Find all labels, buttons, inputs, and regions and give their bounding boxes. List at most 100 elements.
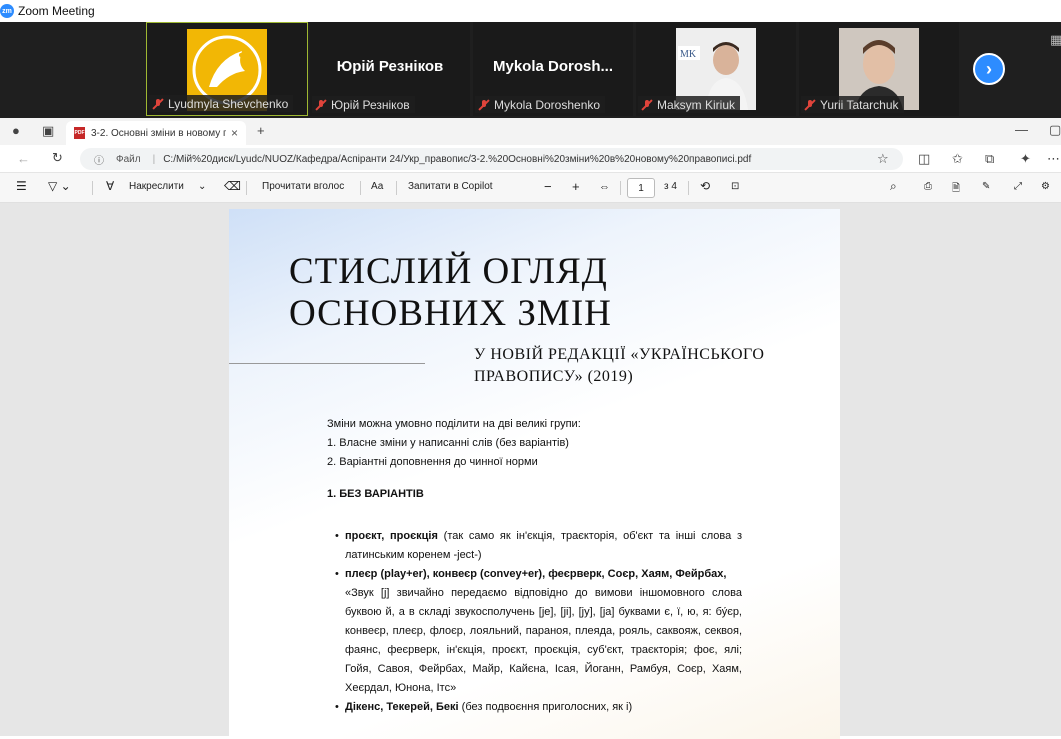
back-icon[interactable]: ← bbox=[17, 151, 30, 166]
save-as-icon[interactable]: ✎ bbox=[982, 181, 990, 192]
participant-name: Lyudmyla Shevchenko bbox=[168, 96, 289, 111]
fit-width-icon[interactable]: ⇔ bbox=[599, 181, 610, 193]
draw-button[interactable]: Накреслити bbox=[129, 181, 184, 192]
mic-muted-icon bbox=[804, 99, 816, 111]
tab-pdf[interactable]: PDF 3-2. Основні зміни в новому пр × bbox=[66, 121, 246, 145]
window-title: Zoom Meeting bbox=[18, 4, 95, 18]
pdf-page: СТИСЛИЙ ОГЛЯД ОСНОВНИХ ЗМІН У НОВІЙ РЕДА… bbox=[229, 209, 840, 739]
zoom-logo-icon: zm bbox=[0, 4, 14, 18]
mic-muted-icon bbox=[641, 99, 653, 111]
minimize-icon[interactable]: — bbox=[1015, 122, 1028, 137]
participant-display-name: Юрій Резніков bbox=[336, 58, 444, 75]
browser-tab-bar: ● ▣ PDF 3-2. Основні зміни в новому пр ×… bbox=[0, 118, 1061, 145]
new-tab-button[interactable]: + bbox=[257, 123, 265, 138]
svg-text:MK: MK bbox=[680, 49, 697, 60]
tab-title: 3-2. Основні зміни в новому пр bbox=[91, 127, 226, 139]
read-aloud-button[interactable]: Прочитати вголос bbox=[262, 181, 344, 192]
grid-view-icon[interactable]: ▦ bbox=[1050, 32, 1061, 48]
mic-muted-icon bbox=[478, 99, 490, 111]
split-screen-icon[interactable]: ◫ bbox=[918, 151, 930, 167]
participant-tile[interactable]: MK Maksym Kiriuk bbox=[636, 22, 796, 116]
page-number-input[interactable]: 1 bbox=[627, 178, 655, 198]
intro-line: 2. Варіантні доповнення до чинної норми bbox=[327, 456, 538, 468]
highlight-icon[interactable]: ▽ ⌄ bbox=[48, 179, 71, 193]
participant-name-tag: Mykola Doroshenko bbox=[475, 96, 606, 113]
next-participants-button[interactable]: › bbox=[973, 53, 1005, 85]
page-total: з 4 bbox=[664, 181, 677, 192]
term: проєкт, проєкція bbox=[345, 530, 438, 542]
tab-actions-icon[interactable]: ▣ bbox=[42, 123, 54, 139]
title-line: ОСНОВНИХ ЗМІН bbox=[289, 293, 612, 334]
profile-icon[interactable]: ● bbox=[12, 123, 20, 138]
document-subtitle: У НОВІЙ РЕДАКЦІЇ «УКРАЇНСЬКОГО ПРАВОПИСУ… bbox=[474, 344, 764, 388]
participant-name-tag: Lyudmyla Shevchenko bbox=[149, 95, 294, 112]
maximize-icon[interactable]: ▢ bbox=[1049, 122, 1061, 138]
term: Дікенс, Текерей, Бекі bbox=[345, 701, 459, 713]
intro-line: Зміни можна умовно поділити на дві велик… bbox=[327, 418, 581, 430]
fullscreen-icon[interactable]: ⤢ bbox=[1014, 181, 1022, 192]
ask-copilot-button[interactable]: Запитати в Copilot bbox=[408, 181, 493, 192]
tab-close-button[interactable]: × bbox=[231, 126, 238, 140]
settings-gear-icon[interactable]: ⚙ bbox=[1041, 181, 1050, 192]
participant-tile[interactable]: Юрій Резніков Юрій Резніков bbox=[310, 22, 470, 116]
list-item: плеєр (play+er), конвеєр (convey+er), фе… bbox=[335, 565, 742, 584]
search-icon[interactable]: ⌕ bbox=[890, 179, 897, 194]
collections-icon[interactable]: ⧉ bbox=[985, 151, 994, 167]
pdf-viewer: СТИСЛИЙ ОГЛЯД ОСНОВНИХ ЗМІН У НОВІЙ РЕДА… bbox=[0, 203, 1061, 739]
print-icon[interactable]: ⎙ bbox=[924, 181, 932, 192]
term: плеєр (play+er), конвеєр (convey+er), фе… bbox=[345, 568, 727, 580]
refresh-icon[interactable]: ↻ bbox=[52, 150, 63, 166]
url-separator: | bbox=[152, 153, 156, 165]
intro-line: 1. Власне зміни у написанні слів (без ва… bbox=[327, 437, 569, 449]
eraser-icon[interactable]: ⌫ bbox=[224, 179, 241, 193]
participant-name: Yurii Tatarchuk bbox=[820, 97, 899, 112]
participant-name-tag: Maksym Kiriuk bbox=[638, 96, 741, 113]
address-bar-row: ← ↻ ⓘ Файл | C:/Мій%20диск/Lyudc/NUOZ/Ка… bbox=[0, 145, 1061, 173]
rotate-icon[interactable]: ⟲ bbox=[700, 179, 710, 193]
favorite-star-icon[interactable]: ☆ bbox=[877, 151, 889, 167]
url-field[interactable]: ⓘ Файл | C:/Мій%20диск/Lyudc/NUOZ/Кафедр… bbox=[80, 148, 903, 170]
mic-muted-icon bbox=[315, 99, 327, 111]
text-size-button[interactable]: Аа bbox=[371, 181, 383, 192]
subtitle-line: ПРАВОПИСУ» (2019) bbox=[474, 368, 634, 385]
participant-name-tag: Юрій Резніков bbox=[312, 96, 415, 113]
page-view-icon[interactable]: ⊡ bbox=[731, 181, 739, 192]
mic-muted-icon bbox=[152, 98, 164, 110]
chevron-down-icon[interactable]: ⌄ bbox=[198, 181, 206, 192]
intro-paragraph: Зміни можна умовно поділити на дві велик… bbox=[327, 415, 742, 472]
more-icon[interactable]: ⋯ bbox=[1047, 151, 1060, 167]
list-item: проєкт, проєкція (так само як ін'єкція, … bbox=[335, 527, 742, 565]
term-note: (без подвоєння приголосних, як і) bbox=[458, 701, 633, 713]
url-text: C:/Мій%20диск/Lyudc/NUOZ/Кафедра/Аспіран… bbox=[163, 153, 752, 165]
pdf-toolbar: ☰ ▽ ⌄ ∀ Накреслити ⌄ ⌫ Прочитати вголос … bbox=[0, 173, 1061, 203]
participant-strip: Lyudmyla Shevchenko Юрій Резніков Юрій Р… bbox=[0, 22, 1061, 118]
participant-name: Mykola Doroshenko bbox=[494, 97, 601, 112]
participant-display-name: Mykola Dorosh... bbox=[492, 58, 614, 75]
participant-tile[interactable]: Lyudmyla Shevchenko bbox=[146, 22, 308, 116]
chevron-right-icon: › bbox=[986, 58, 992, 79]
save-icon[interactable]: 🗎 bbox=[952, 181, 960, 198]
pdf-icon: PDF bbox=[74, 127, 85, 139]
participant-tile[interactable]: Yurii Tatarchuk bbox=[799, 22, 959, 116]
title-line: СТИСЛИЙ ОГЛЯД bbox=[289, 251, 608, 292]
participant-name-tag: Yurii Tatarchuk bbox=[801, 96, 904, 113]
list-item: Дікенс, Текерей, Бекі (без подвоєння при… bbox=[335, 698, 742, 717]
participant-name: Юрій Резніков bbox=[331, 97, 410, 112]
url-scheme-label: Файл bbox=[116, 153, 141, 165]
extension-icon[interactable]: ✦ bbox=[1020, 151, 1031, 167]
divider bbox=[229, 363, 425, 364]
zoom-out-button[interactable]: − bbox=[544, 179, 552, 194]
zoom-title-bar: zm Zoom Meeting bbox=[0, 0, 1061, 22]
draw-icon[interactable]: ∀ bbox=[106, 179, 114, 193]
contents-icon[interactable]: ☰ bbox=[16, 179, 27, 193]
bullet-list: проєкт, проєкція (так само як ін'єкція, … bbox=[335, 527, 742, 717]
section-heading: 1. БЕЗ ВАРІАНТІВ bbox=[327, 488, 424, 500]
zoom-in-button[interactable]: + bbox=[572, 179, 580, 194]
subtitle-line: У НОВІЙ РЕДАКЦІЇ «УКРАЇНСЬКОГО bbox=[474, 346, 765, 363]
quote-paragraph: «Звук [j] звичайно передаємо відповідно … bbox=[345, 587, 742, 694]
info-icon: ⓘ bbox=[94, 155, 104, 167]
favorites-icon[interactable]: ✩ bbox=[952, 151, 963, 167]
document-title: СТИСЛИЙ ОГЛЯД ОСНОВНИХ ЗМІН bbox=[289, 251, 612, 335]
participant-tile[interactable]: Mykola Dorosh... Mykola Doroshenko bbox=[473, 22, 633, 116]
participant-name: Maksym Kiriuk bbox=[657, 97, 736, 112]
